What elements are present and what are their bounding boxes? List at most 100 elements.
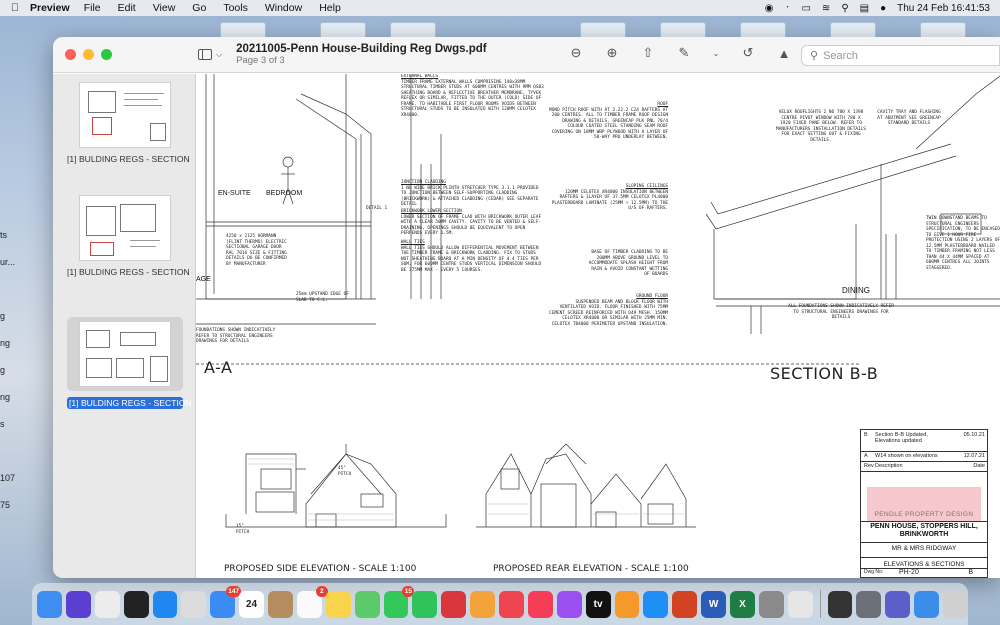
title-block: B Section B-B Updated, Elevations update… [860,429,988,578]
bluetooth-icon[interactable]: ᛫ [784,3,790,14]
note-external-walls: EXTERNAL WALLS TIMBER FRAME EXTERNAL WAL… [401,74,546,118]
note-pitch-small: 15° PITCH [236,524,256,535]
page-thumbnail[interactable]: [1] BULDING REGS - SECTION [67,82,190,164]
bg-label [0,446,30,473]
menu-app-name[interactable]: Preview [30,2,70,14]
dock-trash-icon[interactable] [943,590,968,618]
search-placeholder: Search [823,49,858,62]
dock-photos-icon[interactable] [470,590,495,618]
dock-tv-icon[interactable]: tv [585,590,611,618]
dock-reminders-icon[interactable]: 2 [296,585,328,618]
client-name: MR & MRS RIDGWAY [891,545,957,552]
close-button[interactable] [65,49,76,60]
note-text: FOUNDATIONS SHOWN INDICATIVELY REFER TO … [196,328,276,344]
dock-mission-control-icon[interactable] [123,590,149,618]
note-wall-ties: WALL TIES WALL TIES SHOULD ALLOW DIFFERE… [401,240,546,273]
note-text: TIMBER FRAME EXTERNAL WALLS COMPRISING 1… [401,79,544,118]
dock-finder-icon[interactable] [37,590,62,618]
dock-downloads-icon[interactable] [914,590,940,618]
rev-b-desc: Section B-B Updated, Elevations updated [875,432,928,444]
note-brickwork: BRICKWORK LOWER SECTION LOWER SECTION OF… [401,209,546,237]
toolbar: ⌵ 20211005-Penn House-Building Reg Dwgs.… [53,37,1000,73]
markup-icon[interactable]: ✎ [676,45,692,61]
room-label-garage: AGE [196,276,211,283]
rotate-icon[interactable]: ↺ [740,45,756,61]
title-area: 20211005-Penn House-Building Reg Dwgs.pd… [236,43,487,66]
dock-helper-icon[interactable] [181,590,207,618]
menu-help[interactable]: Help [319,2,341,14]
zoom-out-icon[interactable]: ⊖ [568,45,584,61]
share-icon[interactable]: ⇧ [640,45,656,61]
document-title[interactable]: 20211005-Penn House-Building Reg Dwgs.pd… [236,43,487,55]
zoom-in-icon[interactable]: ⊕ [604,45,620,61]
spotlight-icon[interactable]: ⚲ [841,3,848,14]
battery-icon[interactable]: ▭ [801,3,810,14]
dock-facetime-icon[interactable] [412,590,438,618]
wifi-icon[interactable]: ≋ [822,3,830,14]
menu-go[interactable]: Go [192,2,206,14]
dock-podcasts-icon[interactable] [556,590,582,618]
note-text: 1 NO WIDE BRICK PLINTH STRETCHER TYPE 3.… [401,185,539,208]
room-label-bedroom: BEDROOM [266,190,303,197]
menu-window[interactable]: Window [265,2,302,14]
dock-launchpad-icon[interactable] [94,590,120,618]
dock-screenshot-icon[interactable] [827,590,853,618]
dock-preview-icon[interactable] [787,590,813,618]
fullscreen-button[interactable] [101,49,112,60]
sidebar-toggle-icon[interactable] [198,49,212,60]
menu-tools[interactable]: Tools [223,2,248,14]
toolbar-tools: ⊖ ⊕ ⇧ ✎ ⌄ ↺ ▲ [568,45,792,61]
dock-printer-icon[interactable] [856,590,882,618]
thumbnail-image [79,82,171,148]
page-thumbnail-selected[interactable]: [1] BULDING REGS - SECTION [67,317,192,409]
dock-siri-icon[interactable] [65,590,91,618]
dock-books-icon[interactable] [614,590,640,618]
dock-system-preferences-icon[interactable] [758,590,784,618]
clock[interactable]: Thu 24 Feb 16:41:53 [897,3,990,14]
menu-view[interactable]: View [153,2,176,14]
dwg-no: PH-20 [899,569,919,576]
dock-messages-icon[interactable]: 15 [383,585,415,618]
search-field[interactable]: ⚲ Search [801,45,1000,66]
dock-photo-booth-icon[interactable] [441,590,467,618]
apple-menu-icon[interactable]:  [0,2,30,14]
dock-news-icon[interactable] [499,590,524,618]
dock-music-icon[interactable] [527,590,553,618]
dock-teams-icon[interactable] [885,590,911,618]
siri-icon[interactable]: ● [880,3,886,14]
dock-mail-icon[interactable]: 147 [210,585,242,618]
page-thumbnail[interactable]: [1] BULDING REGS - SECTION [67,195,190,277]
dock-calendar-icon[interactable]: 24 [239,590,264,618]
desktop-files [60,16,1000,54]
note-velux: VELUX ROOFLIGHTS 2 NO 780 X 1398 CENTRE … [776,110,866,143]
control-center-icon[interactable]: ▤ [860,3,869,14]
dock-contacts-icon[interactable] [268,590,293,618]
dock-app-store-icon[interactable] [643,590,669,618]
note-pitch: 45° PITCH [338,466,358,477]
revision-header: Rev Description Date [861,462,987,472]
bg-label: ng [0,338,11,348]
bg-label: g [0,311,6,321]
dock-notes-icon[interactable] [325,590,351,618]
dock-powerpoint-icon[interactable] [672,590,698,618]
minimize-button[interactable] [83,49,94,60]
dock-maps-icon[interactable] [354,590,380,618]
note-roof: ROOF MONO PITCH ROOF WITH AT 2.22.2 C24 … [548,102,668,141]
annotate-icon[interactable]: ▲ [776,46,792,61]
note-text: 45° PITCH [338,466,352,477]
thumbnail-caption: [1] BULDING REGS - SECTION [67,397,192,409]
bg-label: ur... [0,257,16,267]
bg-label: ts [0,230,8,240]
dock-word-icon[interactable]: W [701,590,726,618]
date-header: Date [973,463,985,469]
record-icon[interactable]: ◉ [765,3,774,14]
dock-safari-icon[interactable] [152,590,178,618]
logo-text: PENDLE PROPERTY DESIGN [874,511,974,518]
markup-chevron-icon[interactable]: ⌄ [712,49,720,58]
note-cavity-tray: CAVITY TRAY AND FLASHING AT ABUTMENT SEE… [874,110,944,127]
menu-file[interactable]: File [84,2,101,14]
chevron-down-icon[interactable]: ⌵ [216,50,222,60]
menu-edit[interactable]: Edit [118,2,136,14]
dock-excel-icon[interactable]: X [730,590,755,618]
note-text: 25mm UPSTAND EDGE OF SLAB TO C.L. [296,292,349,303]
